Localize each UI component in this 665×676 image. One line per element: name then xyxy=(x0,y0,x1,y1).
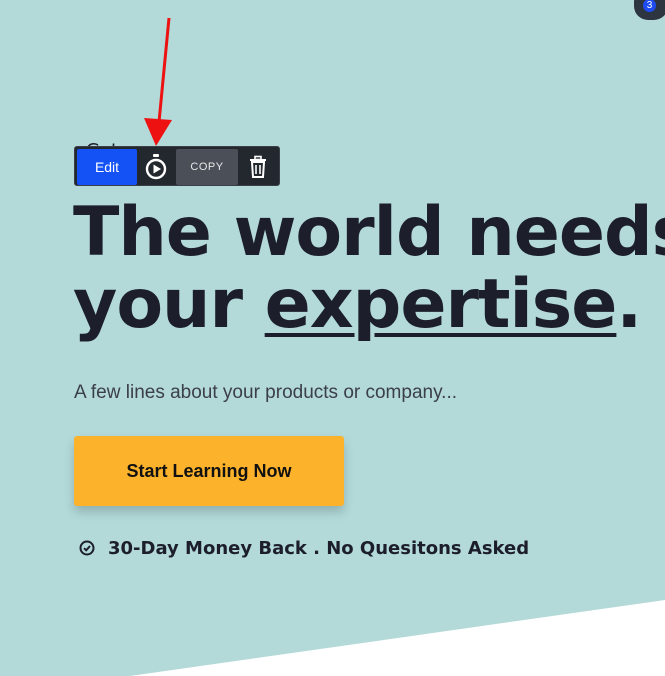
start-learning-button[interactable]: Start Learning Now xyxy=(74,436,344,506)
headline-underlined-word: expertise xyxy=(264,265,618,344)
guarantee-line: 30-Day Money Back . No Quesitons Asked xyxy=(79,536,529,560)
check-circle-icon xyxy=(79,540,95,556)
headline-line-2-start: your xyxy=(73,265,265,344)
headline-period: . xyxy=(616,265,642,344)
hero-subtitle: A few lines about your products or compa… xyxy=(74,382,458,403)
headline-line-1: The world needs xyxy=(73,193,665,272)
page-headline: The world needs your expertise. xyxy=(73,197,665,341)
guarantee-text: 30-Day Money Back . No Quesitons Asked xyxy=(108,537,530,559)
